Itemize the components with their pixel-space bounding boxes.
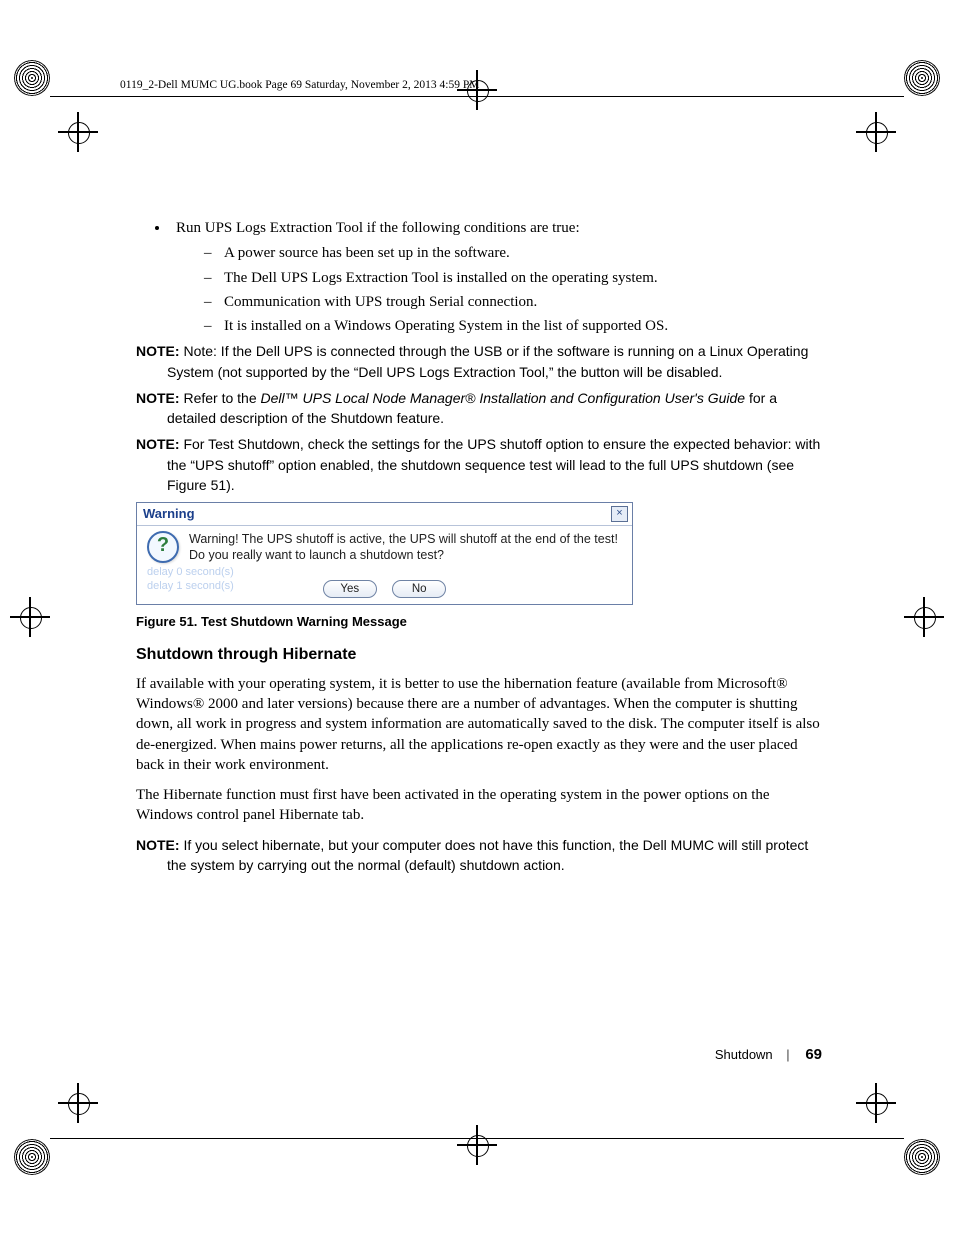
register-mark-bottom-right — [904, 1139, 940, 1175]
register-mark-bottom-left — [14, 1139, 50, 1175]
warning-dialog: Warning × ? Warning! The UPS shutoff is … — [136, 502, 633, 605]
note-body: Note: If the Dell UPS is connected throu… — [167, 343, 808, 379]
footer-sep: | — [786, 1047, 789, 1062]
body-paragraph: If available with your operating system,… — [136, 674, 822, 775]
note-label: NOTE: — [136, 436, 183, 452]
crosshair-mid-left — [10, 597, 50, 637]
dialog-titlebar: Warning × — [137, 503, 632, 525]
section-heading: Shutdown through Hibernate — [136, 644, 822, 666]
crosshair-bot-center — [457, 1125, 497, 1165]
crosshair-bot-right — [856, 1083, 896, 1123]
bullet-main-text: Run UPS Logs Extraction Tool if the foll… — [176, 220, 580, 236]
sub-bullet: A power source has been set up in the so… — [204, 243, 822, 263]
body-paragraph: The Hibernate function must first have b… — [136, 785, 822, 826]
crosshair-top-left — [58, 112, 98, 152]
register-mark-top-left — [14, 60, 50, 96]
crosshair-bot-left — [58, 1083, 98, 1123]
dialog-message: Warning! The UPS shutoff is active, the … — [189, 531, 624, 565]
crosshair-mid-right — [904, 597, 944, 637]
yes-button[interactable]: Yes — [323, 580, 377, 598]
note-body: Refer to the Dell™ UPS Local Node Manage… — [167, 390, 777, 426]
footer-section: Shutdown — [715, 1047, 773, 1062]
bullet-main: Run UPS Logs Extraction Tool if the foll… — [170, 218, 822, 336]
close-icon[interactable]: × — [611, 506, 628, 522]
sub-bullet: It is installed on a Windows Operating S… — [204, 316, 822, 336]
note-body: If you select hibernate, but your comput… — [167, 837, 808, 873]
header-rule — [50, 96, 904, 97]
page-content: Run UPS Logs Extraction Tool if the foll… — [136, 218, 822, 882]
sub-bullet: Communication with UPS trough Serial con… — [204, 292, 822, 312]
note-label: NOTE: — [136, 343, 183, 359]
footer-rule — [50, 1138, 904, 1139]
page-number: 69 — [805, 1046, 822, 1063]
page-footer: Shutdown | 69 — [715, 1046, 822, 1063]
note-body: For Test Shutdown, check the settings fo… — [167, 436, 820, 493]
question-icon: ? — [147, 531, 179, 563]
figure-caption: Figure 51. Test Shutdown Warning Message — [136, 613, 822, 631]
register-mark-top-right — [904, 60, 940, 96]
header-slug: 0119_2-Dell MUMC UG.book Page 69 Saturda… — [120, 79, 479, 91]
dialog-title: Warning — [143, 505, 195, 523]
crosshair-top-right — [856, 112, 896, 152]
no-button[interactable]: No — [392, 580, 446, 598]
note-label: NOTE: — [136, 837, 183, 853]
note-label: NOTE: — [136, 390, 183, 406]
sub-bullet: The Dell UPS Logs Extraction Tool is ins… — [204, 268, 822, 288]
